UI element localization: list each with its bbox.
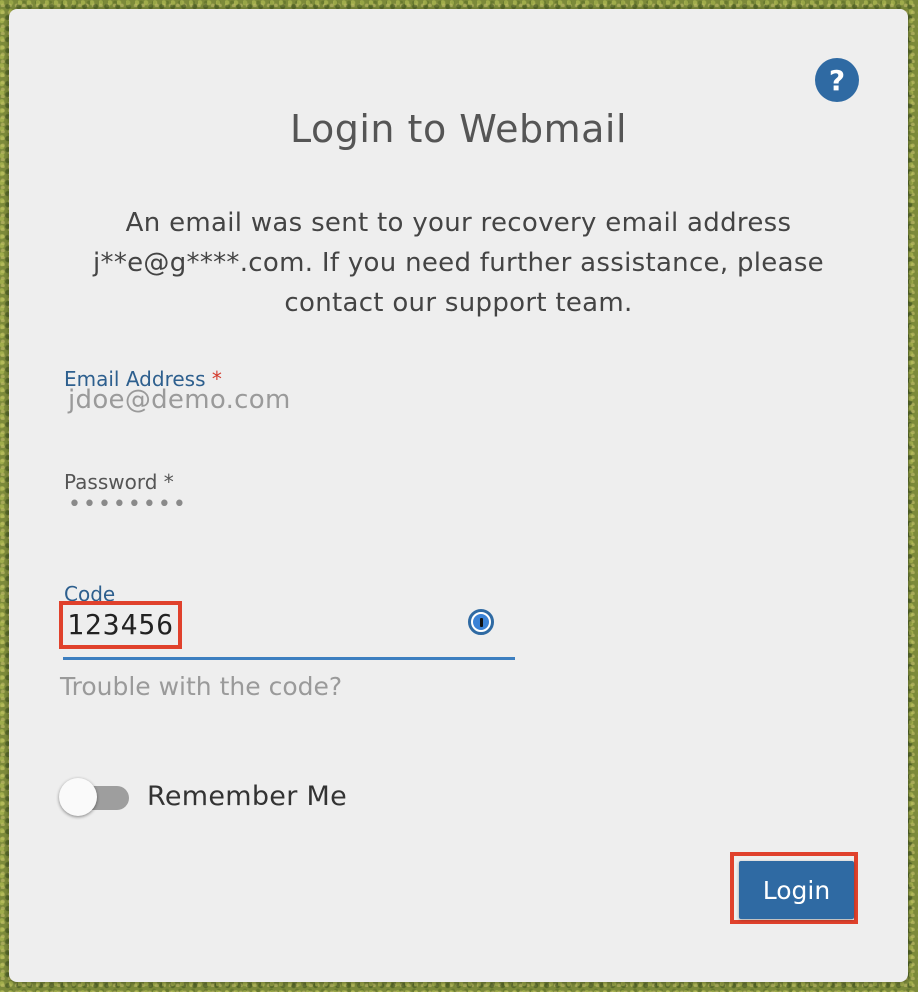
remember-me-label: Remember Me (147, 781, 348, 812)
recovery-message: An email was sent to your recovery email… (93, 208, 824, 318)
help-symbol: ? (828, 63, 846, 97)
remember-me-toggle[interactable] (59, 777, 131, 817)
password-label-text: Password (64, 470, 158, 494)
trouble-with-code-link[interactable]: Trouble with the code? (60, 672, 342, 701)
email-field[interactable]: jdoe@demo.com (68, 385, 291, 415)
code-input[interactable]: 123456 (58, 601, 183, 649)
login-button[interactable]: Login (739, 861, 854, 919)
login-dialog: ? Login to Webmail An email was sent to … (9, 9, 908, 982)
password-required-mark: * (163, 470, 174, 494)
password-manager-icon[interactable] (468, 609, 494, 635)
code-field[interactable]: 123456 (58, 601, 515, 660)
toggle-knob (59, 778, 97, 816)
password-manager-icon-bar (479, 617, 483, 627)
password-field[interactable]: •••••••• (68, 492, 188, 517)
password-manager-icon-core (473, 614, 489, 630)
dialog-title: Login to Webmail (289, 107, 628, 151)
help-icon[interactable]: ? (815, 58, 859, 102)
code-label: Code (64, 582, 116, 606)
password-label: Password * (64, 470, 174, 494)
